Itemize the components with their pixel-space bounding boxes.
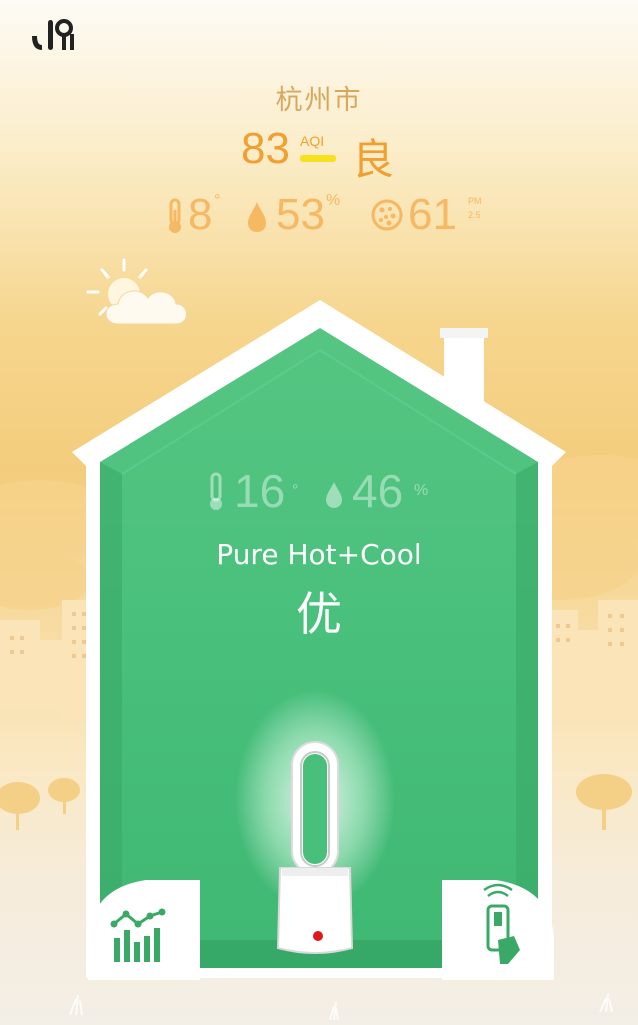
fan-device[interactable] [250, 712, 380, 962]
indoor-thermometer-icon [210, 472, 222, 510]
app-logo-icon[interactable] [26, 14, 82, 56]
indoor-temperature-unit: ° [292, 482, 299, 499]
statistics-button[interactable] [88, 880, 200, 980]
indoor-air-grade: 优 [296, 587, 342, 641]
indoor-humidity-unit: % [414, 482, 429, 499]
device-name[interactable]: Pure Hot+Cool [0, 538, 638, 571]
remote-control-button[interactable] [442, 880, 554, 980]
app-screen: 杭州市 83 AQI 良 8 ° 53 % 61 PM 2.5 16 ° 46 … [0, 0, 638, 1025]
indoor-stats: 16 ° 46 % [200, 462, 440, 522]
indoor-water-drop-icon [326, 482, 342, 508]
indoor-temperature-value: 16 [234, 465, 286, 517]
indoor-humidity-value: 46 [352, 465, 404, 517]
power-indicator [313, 931, 323, 941]
